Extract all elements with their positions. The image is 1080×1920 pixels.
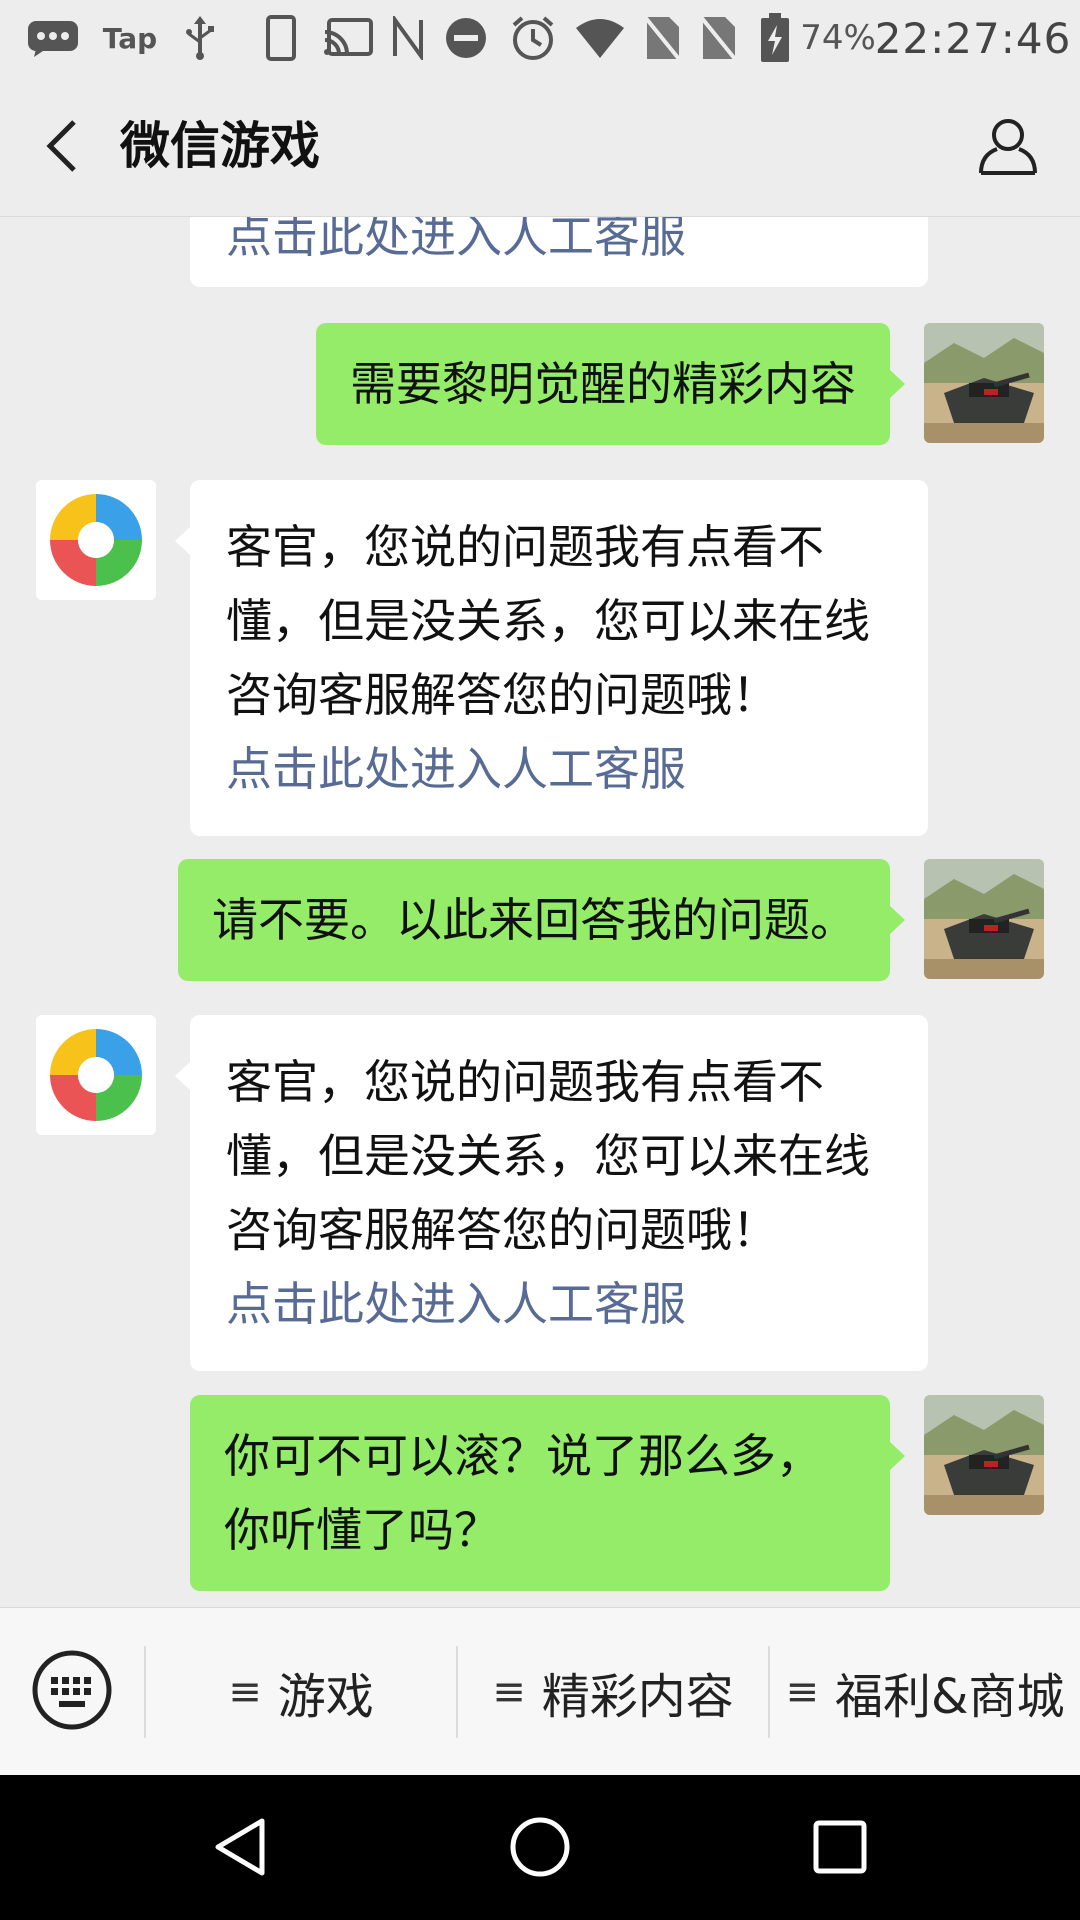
menu-list-icon: ≡ [785,1669,820,1715]
do-not-disturb-icon [442,14,490,62]
keyboard-toggle-button[interactable] [30,1648,114,1732]
tap-label-text: Tap [102,21,158,55]
menu-item-label: 福利&商城 [835,1669,1065,1725]
bot-avatar[interactable] [36,1015,156,1135]
tap-app-label: Tap [100,14,160,62]
home-circle-icon [510,1817,570,1877]
chat-message-list[interactable]: 点击此处进入人工客服 需要黎明觉醒的精彩内容 客官，您说的问题我有点看不懂，但是… [0,217,1080,1607]
back-triangle-icon [215,1818,265,1876]
menu-item-label: 游戏 [277,1669,374,1725]
clock: 22:27:46 [875,14,1071,63]
message-text: 请不要。以此来回答我的问题。 [212,893,856,947]
message-text: 客官，您说的问题我有点看不懂，但是没关系，您可以来在线咨询客服解答您的问题哦！ [226,520,870,722]
menu-item-featured[interactable]: ≡ 精彩内容 [458,1608,768,1776]
system-navigation-bar [0,1775,1080,1920]
tank-image-avatar [924,1395,1044,1515]
nfc-icon [388,14,428,62]
profile-button[interactable] [968,106,1048,186]
sim2-icon [696,14,740,62]
message-text: 客官，您说的问题我有点看不懂，但是没关系，您可以来在线咨询客服解答您的问题哦！ [226,1055,870,1257]
recents-square-icon [813,1820,867,1874]
wechat-chat-screen: Tap 74% 22:27:46 微信游戏 点击此处进入人工客服 需要黎明觉醒的… [0,0,1080,1920]
outgoing-message-bubble: 需要黎明觉醒的精彩内容 [316,323,905,445]
nav-back-button[interactable] [190,1797,290,1897]
menu-item-benefits-store[interactable]: ≡ 福利&商城 [770,1608,1080,1776]
menu-list-icon: ≡ [492,1669,526,1715]
battery-percent-text: 74% [800,18,876,58]
page-title: 微信游戏 [120,117,320,175]
nav-home-button[interactable] [490,1797,590,1897]
keyboard-icon [32,1650,112,1730]
customer-service-link[interactable]: 点击此处进入人工客服 [226,1267,894,1341]
alarm-icon [508,14,558,62]
person-icon [979,119,1037,175]
status-bar: Tap 74% 22:27:46 [0,0,1080,76]
user-avatar[interactable] [924,323,1044,443]
nav-recents-button[interactable] [790,1797,890,1897]
menu-item-label: 精彩内容 [541,1669,734,1725]
user-avatar[interactable] [924,1395,1044,1515]
chevron-left-icon [46,120,76,172]
battery-percent: 74% [800,14,876,62]
customer-service-link[interactable]: 点击此处进入人工客服 [226,217,894,273]
user-avatar[interactable] [924,859,1044,979]
tank-image-avatar [924,323,1044,443]
usb-icon [178,14,222,62]
menu-item-games[interactable]: ≡ 游戏 [146,1608,456,1776]
title-bar: 微信游戏 [0,76,1080,217]
wechat-game-logo-icon [36,1015,156,1135]
outgoing-message-bubble: 请不要。以此来回答我的问题。 [178,859,905,981]
wifi-icon [574,14,626,62]
outgoing-message-bubble: 你可不可以滚？说了那么多，你听懂了吗？ [190,1395,905,1591]
customer-service-link[interactable]: 点击此处进入人工客服 [226,732,894,806]
cast-icon [320,14,376,62]
tank-image-avatar [924,859,1044,979]
clock-text: 22:27:46 [874,13,1072,63]
service-menu-bar: ≡ 游戏 ≡ 精彩内容 ≡ 福利&商城 [0,1607,1080,1776]
sim1-icon [640,14,684,62]
bot-avatar[interactable] [36,480,156,600]
message-icon [24,14,82,62]
back-button[interactable] [22,106,102,186]
message-text: 需要黎明觉醒的精彩内容 [350,357,856,411]
incoming-message-bubble: 点击此处进入人工客服 [190,217,928,287]
wechat-game-logo-icon [36,480,156,600]
incoming-message-bubble: 客官，您说的问题我有点看不懂，但是没关系，您可以来在线咨询客服解答您的问题哦！ … [175,480,928,836]
menu-list-icon: ≡ [228,1669,262,1715]
battery-charging-icon [758,13,792,62]
message-text: 你可不可以滚？说了那么多，你听懂了吗？ [224,1429,822,1557]
incoming-message-bubble: 客官，您说的问题我有点看不懂，但是没关系，您可以来在线咨询客服解答您的问题哦！ … [175,1015,928,1371]
phone-icon [262,14,300,62]
